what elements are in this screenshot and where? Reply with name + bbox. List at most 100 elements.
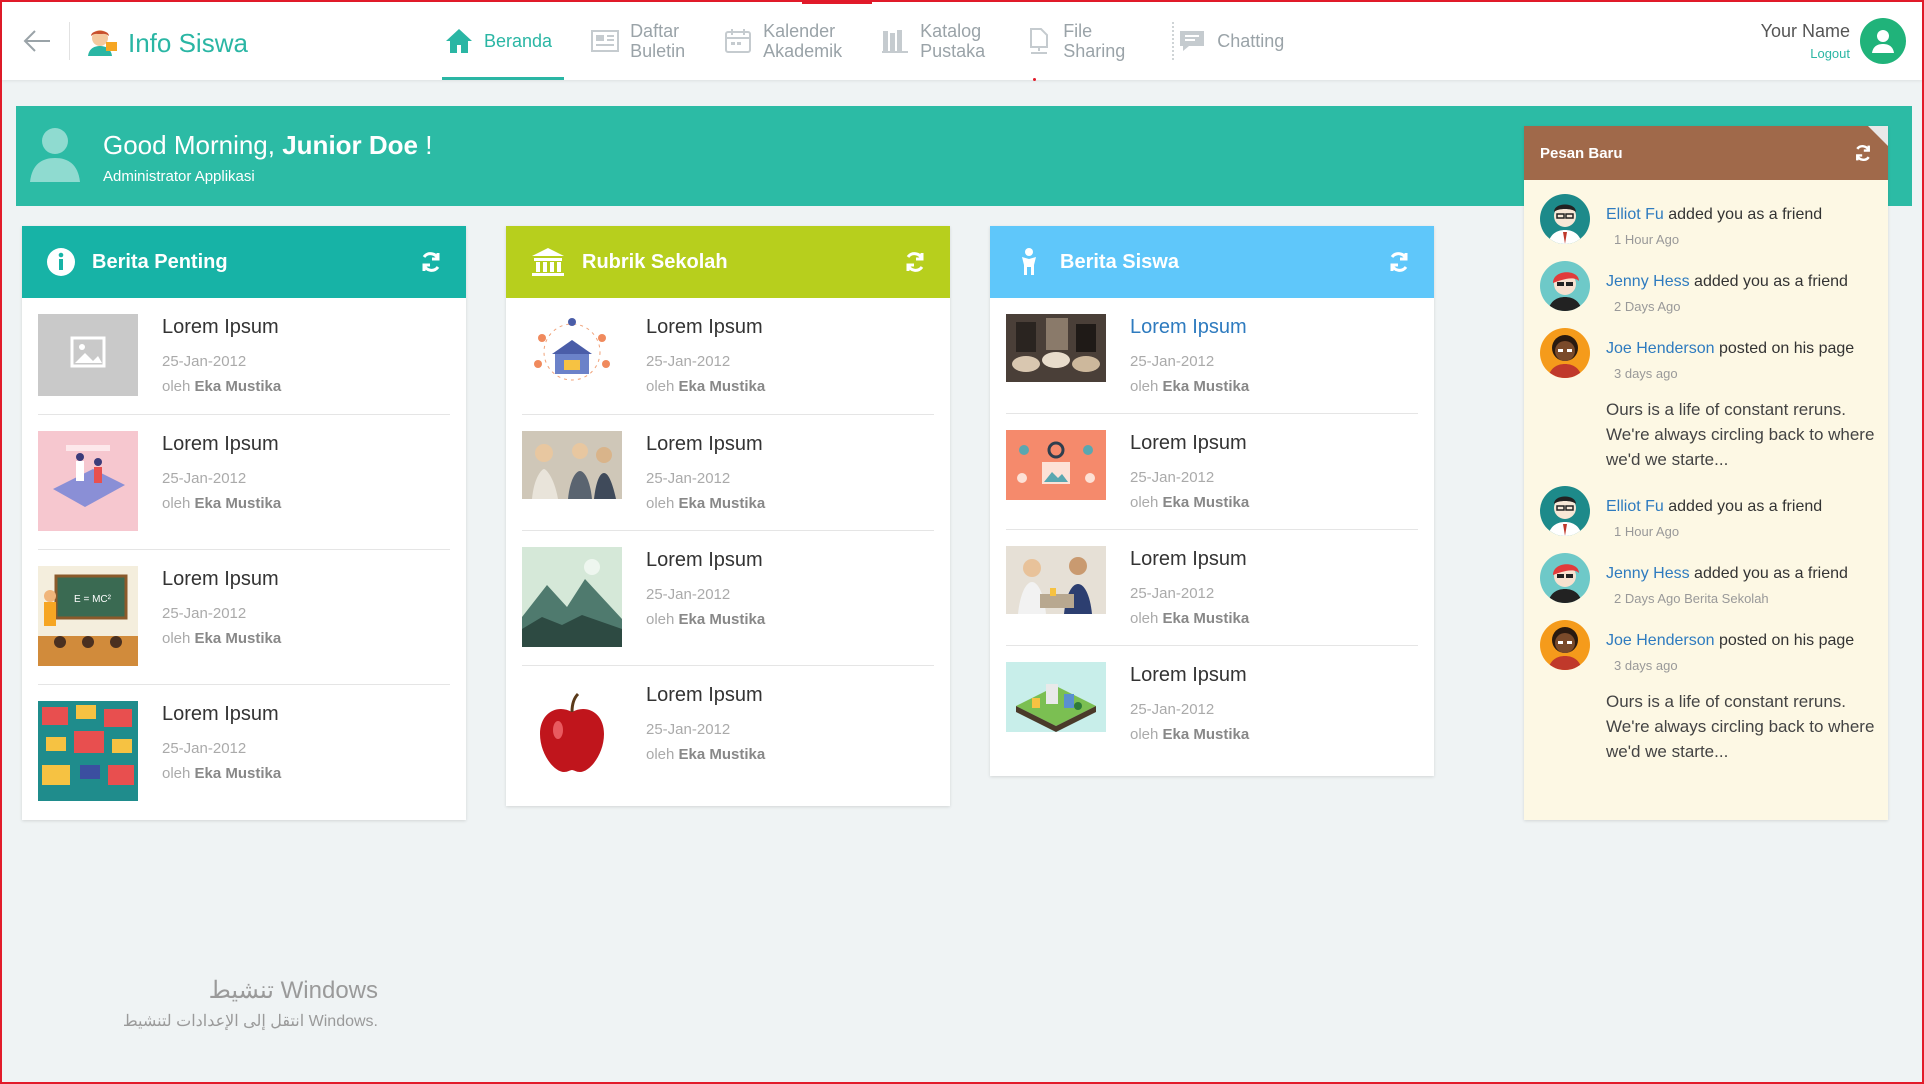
screens-pattern-thumbnail [38,701,138,801]
nav-label: Beranda [484,31,553,51]
header-divider [69,22,70,60]
item-author: oleh Eka Mustika [162,765,282,782]
nav-label: File Sharing [1063,21,1126,61]
message-content: Elliot Fu added you as a friend 1 Hour A… [1606,194,1822,247]
info-icon [46,247,76,277]
card-header: Berita Siswa [990,226,1434,298]
card-title: Berita Penting [92,250,228,273]
panel-corner-fold [1868,126,1888,146]
greeting-role: Administrator Applikasi [103,168,255,185]
item-text: Lorem Ipsum 25-Jan-2012 oleh Eka Mustika [646,431,765,512]
item-text: Lorem Ipsum 25-Jan-2012 oleh Eka Mustika [1130,314,1249,395]
list-item[interactable]: Lorem Ipsum 25-Jan-2012 oleh Eka Mustika [522,666,934,800]
card-title: Rubrik Sekolah [582,250,728,273]
list-item[interactable]: Lorem Ipsum 25-Jan-2012 oleh Eka Mustika [522,298,934,415]
message-item[interactable]: Jenny Hess added you as a friend 2 Days … [1524,539,1888,606]
list-item[interactable]: Lorem Ipsum 25-Jan-2012 oleh Eka Mustika [38,415,450,550]
home-icon [446,29,472,53]
nav-item-beranda[interactable]: Beranda [432,2,565,80]
greeting-title: Good Morning, Junior Doe ! [103,130,433,160]
back-arrow-icon[interactable] [20,24,54,58]
message-sender[interactable]: Jenny Hess [1606,565,1690,582]
svg-text:E = MC²: E = MC² [74,594,112,605]
message-text: Elliot Fu added you as a friend [1606,206,1823,223]
student-logo-icon [86,26,118,56]
item-title: Lorem Ipsum [1130,548,1247,570]
item-author: oleh Eka Mustika [1130,494,1250,511]
building-icon [530,247,566,277]
item-author: oleh Eka Mustika [1130,378,1250,395]
avatar [1540,328,1590,378]
message-time: 3 days ago [1614,658,1678,673]
user-info: Your Name Logout [1761,21,1850,61]
item-text: Lorem Ipsum 25-Jan-2012 oleh Eka Mustika [646,547,765,647]
item-author: oleh Eka Mustika [646,495,766,512]
nav-item-katalog-pustaka[interactable]: Katalog Pustaka [868,2,997,80]
item-author: oleh Eka Mustika [1130,726,1250,743]
refresh-icon[interactable] [1388,251,1410,273]
item-date: 25-Jan-2012 [646,721,731,738]
message-sender[interactable]: Jenny Hess [1606,273,1690,290]
list-item[interactable]: E = MC² Lorem Ipsum 25-Jan-2012 oleh Eka… [38,550,450,685]
message-item[interactable]: Joe Henderson posted on his page 3 days … [1524,606,1888,764]
list-item[interactable]: Lorem Ipsum 25-Jan-2012 oleh Eka Mustika [522,531,934,666]
message-time: 2 Days Ago Berita Sekolah [1614,591,1769,606]
message-sender[interactable]: Joe Henderson [1606,632,1715,649]
message-text: Joe Henderson posted on his page [1606,340,1855,357]
list-item[interactable]: Lorem Ipsum 25-Jan-2012 oleh Eka Mustika [38,685,450,819]
list-item[interactable]: Lorem Ipsum 25-Jan-2012 oleh Eka Mustika [1006,646,1418,761]
message-content: Joe Henderson posted on his page 3 days … [1606,328,1876,472]
avatar [1540,261,1590,311]
tablet-illustration-thumbnail [38,431,138,531]
item-text: Lorem Ipsum 25-Jan-2012 oleh Eka Mustika [1130,546,1249,627]
messages-panel: Pesan Baru Elliot Fu added you as a frie… [1524,126,1888,820]
message-item[interactable]: Elliot Fu added you as a friend 1 Hour A… [1524,472,1888,539]
item-date: 25-Jan-2012 [646,353,731,370]
card-berita-penting: Berita Penting Lorem Ipsum 25-Jan-2012 o… [22,226,466,820]
list-item[interactable]: Lorem Ipsum 25-Jan-2012 oleh Eka Mustika [1006,530,1418,646]
nav-item-kalender-akademik[interactable]: Kalender Akademik [711,2,854,80]
item-author: oleh Eka Mustika [646,378,766,395]
item-author: oleh Eka Mustika [646,746,766,763]
item-author: oleh Eka Mustika [646,611,766,628]
avatar [1540,486,1590,536]
greeting-user-name: Junior Doe [282,130,419,160]
message-item[interactable]: Elliot Fu added you as a friend 1 Hour A… [1524,180,1888,247]
messages-title: Pesan Baru [1540,144,1623,162]
watermark-subtitle: انتقل إلى الإعدادات لتنشيط Windows. [122,1013,378,1030]
nav-item-chatting[interactable]: Chatting [1165,2,1296,80]
avatar [1540,620,1590,670]
message-item[interactable]: Jenny Hess added you as a friend 2 Days … [1524,247,1888,314]
card-title: Berita Siswa [1060,250,1179,273]
list-item[interactable]: Lorem Ipsum 25-Jan-2012 oleh Eka Mustika [1006,298,1418,414]
item-title: Lorem Ipsum [162,316,279,338]
logout-link[interactable]: Logout [1761,46,1850,61]
list-item[interactable]: Lorem Ipsum 25-Jan-2012 oleh Eka Mustika [1006,414,1418,530]
refresh-icon[interactable] [420,251,442,273]
message-item[interactable]: Joe Henderson posted on his page 3 days … [1524,314,1888,472]
item-date: 25-Jan-2012 [646,470,731,487]
item-author: oleh Eka Mustika [162,630,282,647]
avatar [1540,194,1590,244]
nav-item-file-sharing[interactable]: File Sharing [1011,2,1137,80]
message-sender[interactable]: Elliot Fu [1606,498,1664,515]
refresh-icon[interactable] [904,251,926,273]
message-text: Elliot Fu added you as a friend [1606,498,1823,515]
list-item[interactable]: Lorem Ipsum 25-Jan-2012 oleh Eka Mustika [38,298,450,415]
mountain-landscape-thumbnail [522,547,622,647]
calendar-icon [725,29,752,53]
item-text: Lorem Ipsum 25-Jan-2012 oleh Eka Mustika [162,314,281,396]
message-body: Ours is a life of constant reruns. We're… [1606,400,1875,469]
message-body: Ours is a life of constant reruns. We're… [1606,692,1875,761]
nav-item-daftar-buletin[interactable]: Daftar Buletin [578,2,697,80]
refresh-icon[interactable] [1854,144,1872,162]
message-content: Jenny Hess added you as a friend 2 Days … [1606,261,1848,314]
item-title: Lorem Ipsum [646,549,763,571]
avatar [1540,553,1590,603]
list-item[interactable]: Lorem Ipsum 25-Jan-2012 oleh Eka Mustika [522,415,934,531]
user-avatar-icon[interactable] [1860,18,1906,64]
item-title-link[interactable]: Lorem Ipsum [1130,316,1249,339]
nav-indicator-dot [1033,78,1036,81]
message-sender[interactable]: Joe Henderson [1606,340,1715,357]
message-sender[interactable]: Elliot Fu [1606,206,1664,223]
